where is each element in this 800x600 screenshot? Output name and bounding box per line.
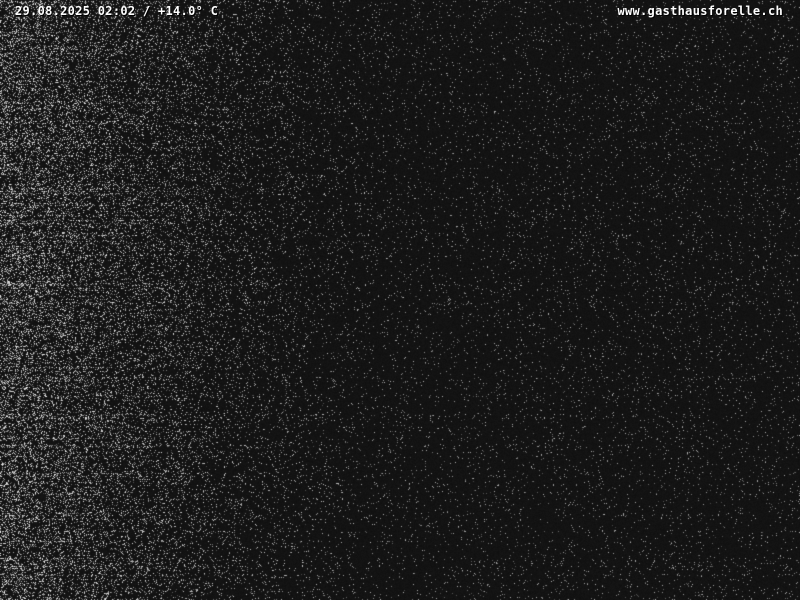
webcam-frame: 29.08.2025 02:02 / +14.0° C www.gasthaus… [0,0,800,600]
website-url-label: www.gasthausforelle.ch [617,4,783,18]
timestamp-temperature-label: 29.08.2025 02:02 / +14.0° C [15,4,219,18]
night-noise-image [0,0,800,600]
